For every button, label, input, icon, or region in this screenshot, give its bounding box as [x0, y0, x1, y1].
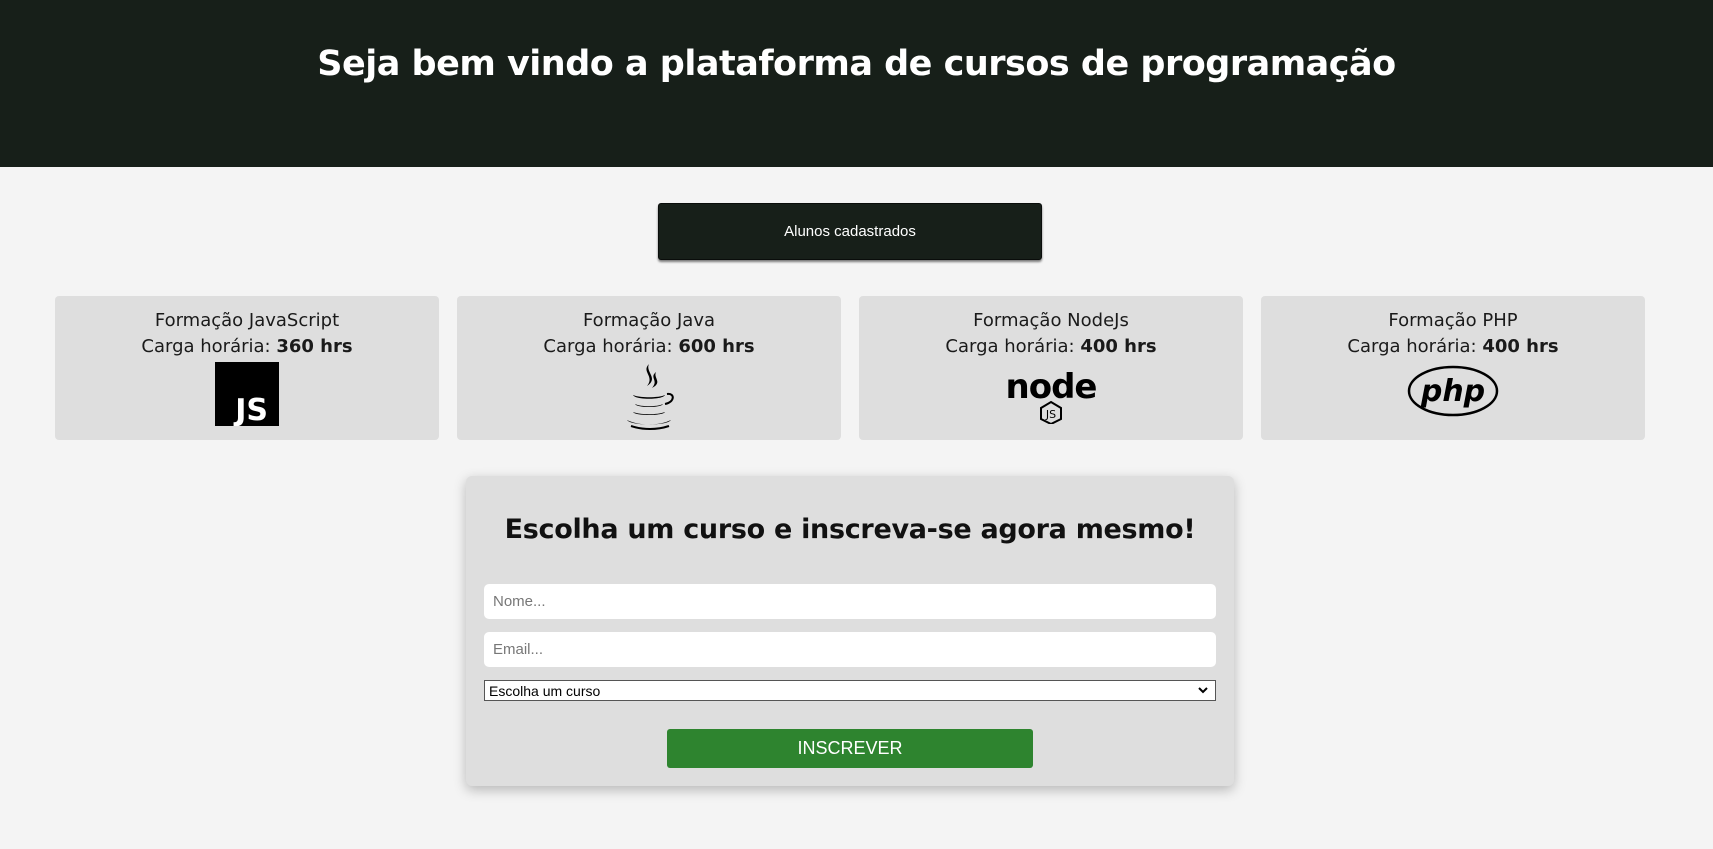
course-hours: Carga horária: 600 hrs: [457, 334, 841, 360]
hours-label: Carga horária:: [141, 336, 271, 357]
course-card-javascript[interactable]: Formação JavaScript Carga horária: 360 h…: [55, 296, 439, 440]
hours-label: Carga horária:: [945, 336, 1075, 357]
course-select[interactable]: Escolha um curso: [484, 680, 1216, 701]
email-input[interactable]: [484, 632, 1216, 667]
hours-value: 360 hrs: [276, 336, 353, 357]
submit-button[interactable]: INSCREVER: [667, 729, 1033, 768]
hours-label: Carga horária:: [1347, 336, 1477, 357]
course-select-value: Escolha um curso: [489, 682, 601, 699]
hours-value: 600 hrs: [678, 336, 755, 357]
nodejs-icon: node JS: [1006, 367, 1097, 424]
javascript-icon: JS: [215, 362, 279, 426]
page-title: Seja bem vindo a plataforma de cursos de…: [317, 44, 1396, 84]
course-title: Formação NodeJs: [973, 310, 1129, 331]
signup-form: Escolha um curso e inscreva-se agora mes…: [466, 476, 1234, 786]
course-hours: Carga horária: 400 hrs: [1261, 334, 1645, 360]
svg-text:php: php: [1420, 374, 1485, 409]
svg-text:JS: JS: [1045, 408, 1056, 421]
name-input[interactable]: [484, 584, 1216, 619]
form-title: Escolha um curso e inscreva-se agora mes…: [504, 514, 1196, 545]
course-title: Formação Java: [582, 310, 716, 331]
course-card-java[interactable]: Formação Java Carga horária: 600 hrs: [457, 296, 841, 440]
registered-students-button[interactable]: Alunos cadastrados: [658, 203, 1042, 260]
course-card-php[interactable]: Formação PHP Carga horária: 400 hrs php: [1261, 296, 1645, 440]
hours-value: 400 hrs: [1482, 336, 1559, 357]
hours-value: 400 hrs: [1080, 336, 1157, 357]
course-hours: Carga horária: 360 hrs: [55, 334, 439, 360]
course-title: Formação PHP: [1388, 310, 1518, 331]
course-hours: Carga horária: 400 hrs: [859, 334, 1243, 360]
page-header: Seja bem vindo a plataforma de cursos de…: [0, 0, 1713, 167]
course-title: Formação JavaScript: [154, 310, 340, 331]
svg-text:JS: JS: [233, 393, 268, 426]
course-cards: Formação JavaScript Carga horária: 360 h…: [0, 296, 1713, 440]
java-icon: [627, 364, 674, 430]
php-icon: php: [1407, 365, 1499, 417]
chevron-down-icon: [1198, 687, 1208, 694]
hours-label: Carga horária:: [543, 336, 673, 357]
course-card-nodejs[interactable]: Formação NodeJs Carga horária: 400 hrs n…: [859, 296, 1243, 440]
